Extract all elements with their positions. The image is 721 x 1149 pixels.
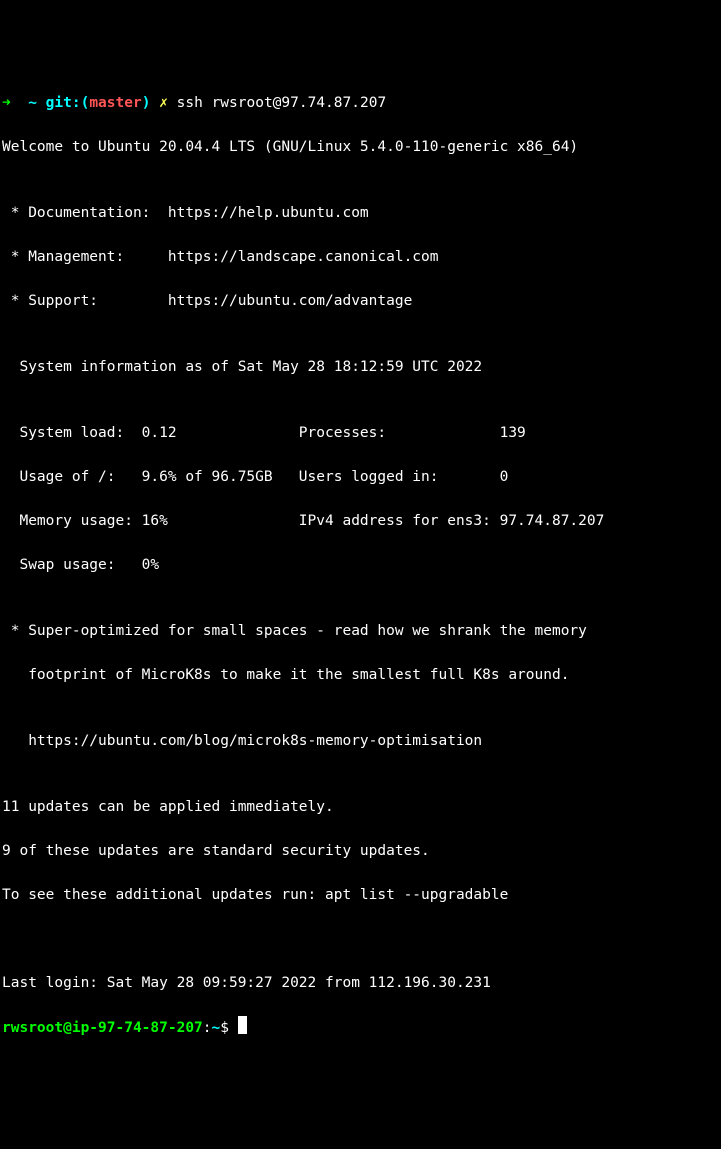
motd-promo: footprint of MicroK8s to make it the sma… [2, 664, 719, 686]
motd-promo-url: https://ubuntu.com/blog/microk8s-memory-… [2, 730, 719, 752]
sysinfo-row: Memory usage: 16% IPv4 address for ens3:… [2, 510, 719, 532]
remote-prompt-line[interactable]: rwsroot@ip-97-74-87-207:~$ [2, 1016, 719, 1039]
sysinfo-row: Swap usage: 0% [2, 554, 719, 576]
last-login: Last login: Sat May 28 09:59:27 2022 fro… [2, 972, 719, 994]
remote-cwd: ~ [212, 1020, 221, 1036]
motd-support: * Support: https://ubuntu.com/advantage [2, 290, 719, 312]
git-close: ) [142, 95, 159, 111]
sysinfo-row: Usage of /: 9.6% of 96.75GB Users logged… [2, 466, 719, 488]
local-prompt-line: ➜ ~ git:(master) ✗ ssh rwsroot@97.74.87.… [2, 92, 719, 114]
motd-welcome: Welcome to Ubuntu 20.04.4 LTS (GNU/Linux… [2, 136, 719, 158]
sysinfo-row: System load: 0.12 Processes: 139 [2, 422, 719, 444]
remote-user-host: rwsroot@ip-97-74-87-207 [2, 1020, 203, 1036]
ssh-command: ssh rwsroot@97.74.87.207 [177, 95, 387, 111]
motd-documentation: * Documentation: https://help.ubuntu.com [2, 202, 719, 224]
updates-line: 11 updates can be applied immediately. [2, 796, 719, 818]
updates-line: To see these additional updates run: apt… [2, 884, 719, 906]
motd-promo: * Super-optimized for small spaces - rea… [2, 620, 719, 642]
git-dirty-icon: ✗ [159, 95, 176, 111]
git-label: git:( [46, 95, 90, 111]
prompt-colon: : [203, 1020, 212, 1036]
sysinfo-header: System information as of Sat May 28 18:1… [2, 356, 719, 378]
cursor-icon [238, 1016, 247, 1034]
prompt-cwd: ~ [28, 95, 45, 111]
motd-management: * Management: https://landscape.canonica… [2, 246, 719, 268]
prompt-arrow: ➜ [2, 95, 28, 111]
prompt-dollar: $ [220, 1020, 237, 1036]
updates-line: 9 of these updates are standard security… [2, 840, 719, 862]
git-branch: master [89, 95, 141, 111]
